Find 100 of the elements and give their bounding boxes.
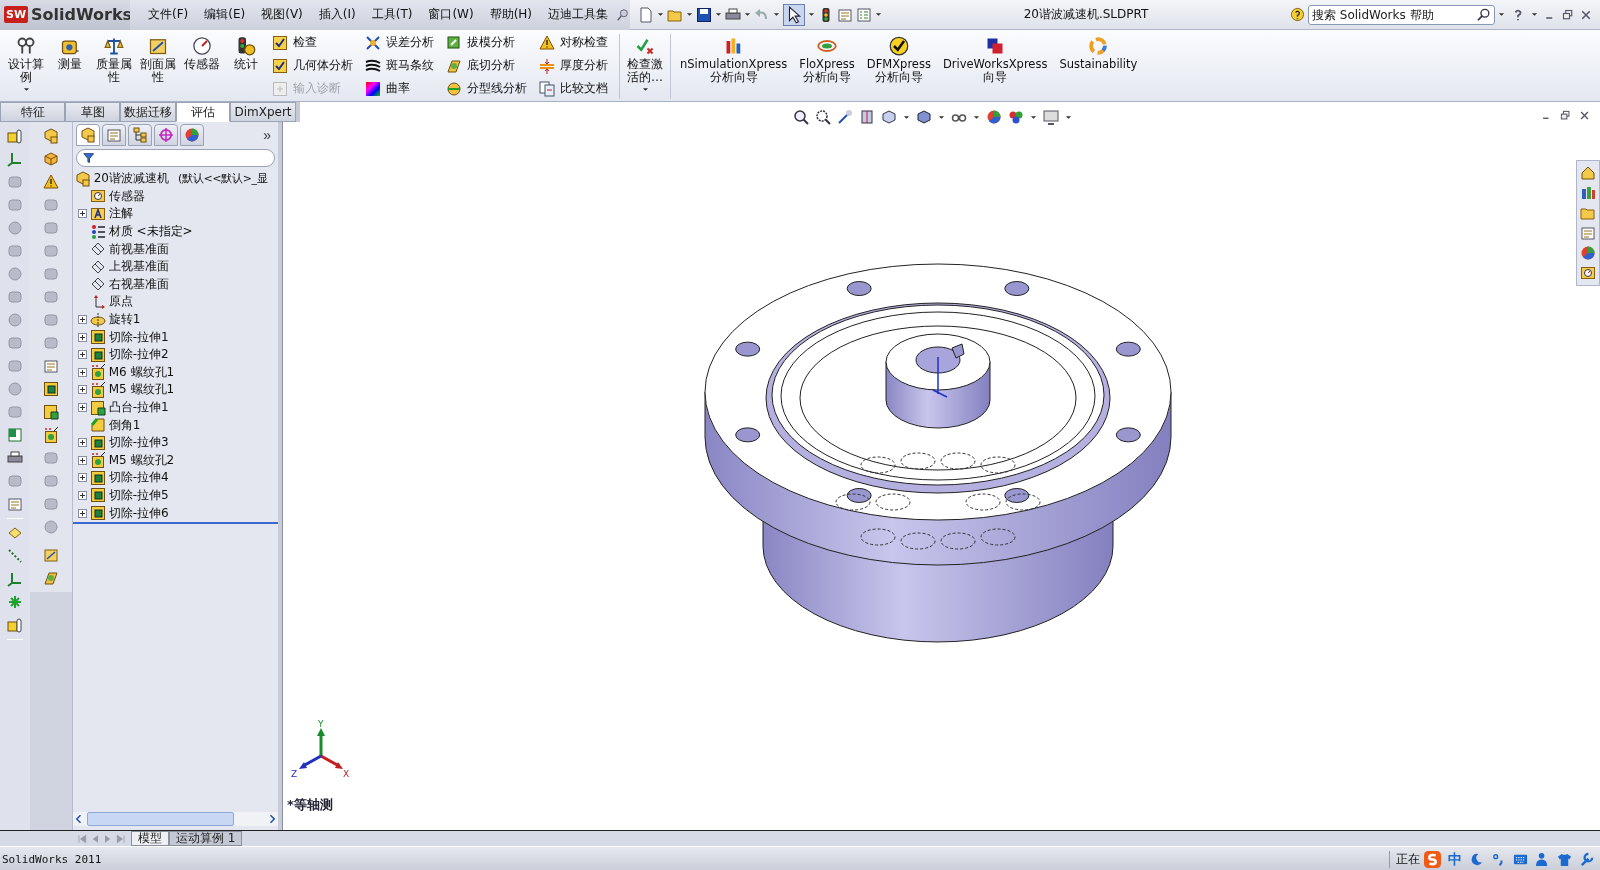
panel-tab[interactable] — [179, 124, 204, 146]
section-box-icon[interactable] — [42, 547, 59, 563]
filter-field[interactable] — [75, 149, 275, 167]
zoom-fit-icon[interactable] — [793, 109, 809, 125]
tree-item[interactable]: 前视基准面 — [108, 240, 169, 258]
property-sheet-icon[interactable] — [1580, 225, 1596, 241]
ribbon-button[interactable]: 底切分析 — [446, 57, 527, 74]
menu-item[interactable]: 窗口(W) — [420, 6, 482, 23]
coordinate-axes-icon[interactable] — [6, 571, 23, 587]
ribbon-button[interactable]: 几何体分析 — [272, 57, 353, 74]
restore-icon[interactable] — [1560, 110, 1571, 121]
tree-item[interactable]: M6 螺纹孔1 — [108, 363, 175, 381]
tree-item[interactable]: 切除-拉伸2 — [108, 346, 169, 364]
expand-toggle[interactable] — [77, 385, 87, 395]
panel-tab[interactable] — [101, 124, 126, 146]
home-icon[interactable] — [1580, 165, 1596, 181]
ribbon-button[interactable]: 对称检查 — [539, 34, 608, 51]
property-sheet-icon[interactable] — [6, 496, 23, 512]
monitor-icon[interactable] — [1043, 109, 1059, 125]
input-mode-toggle[interactable]: 中 — [1448, 850, 1462, 869]
wrench-icon[interactable] — [1579, 852, 1594, 867]
panel-tab[interactable] — [75, 124, 100, 146]
warning-icon[interactable] — [42, 174, 59, 190]
menu-item[interactable]: 工具(T) — [363, 6, 421, 23]
ribbon-button[interactable]: nSimulationXpress 分析向导 — [674, 34, 794, 99]
pointer-icon[interactable] — [783, 3, 806, 26]
property-sheet-icon[interactable] — [42, 358, 59, 374]
command-tab[interactable]: 评估 — [176, 102, 230, 122]
expand-toggle[interactable] — [77, 473, 87, 483]
ribbon-button[interactable]: 检查激活的… — [623, 34, 667, 99]
scene-spheres-icon[interactable] — [1008, 109, 1024, 125]
expand-toggle[interactable] — [77, 491, 87, 500]
ribbon-button[interactable]: 统计 — [224, 34, 268, 99]
extrude-cut-icon[interactable] — [42, 381, 59, 397]
tree-item[interactable]: 切除-拉伸6 — [108, 504, 169, 522]
ribbon-button[interactable]: 设计算例 — [4, 34, 48, 99]
caret-icon[interactable] — [1030, 113, 1037, 121]
new-document-icon[interactable] — [638, 6, 655, 23]
expand-toggle[interactable] — [77, 332, 87, 342]
command-tab[interactable]: DimXpert — [230, 102, 296, 122]
panel-tab[interactable] — [153, 124, 178, 146]
asterisk-icon[interactable] — [6, 594, 23, 610]
crescent-moon-icon[interactable] — [1469, 852, 1484, 867]
coordinate-axes-icon[interactable] — [6, 151, 23, 167]
color-ball-icon[interactable] — [986, 109, 1002, 125]
t-shirt-icon[interactable] — [1557, 852, 1572, 867]
menu-item[interactable]: 编辑(E) — [196, 6, 254, 23]
tree-item[interactable]: 切除-拉伸4 — [108, 469, 169, 487]
cube-icon[interactable] — [42, 151, 59, 167]
menu-item[interactable]: 帮助(H) — [481, 6, 541, 23]
spreadsheet-icon[interactable] — [6, 427, 23, 443]
options-list-icon[interactable] — [856, 6, 873, 23]
tree-item[interactable]: M5 螺纹孔1 — [108, 381, 175, 399]
tree-item[interactable]: 注解 — [108, 205, 133, 223]
caret-icon[interactable] — [808, 11, 816, 18]
keyboard-icon[interactable] — [1513, 852, 1528, 867]
ribbon-button[interactable]: 检查 — [272, 34, 353, 51]
view-cube-icon[interactable] — [881, 109, 897, 125]
ribbon-button[interactable]: 剖面属性 — [136, 34, 180, 99]
printer-icon[interactable] — [6, 450, 23, 466]
ribbon-button[interactable]: 厚度分析 — [539, 57, 608, 74]
ribbon-button[interactable]: 质量属性 — [92, 34, 136, 99]
panel-tab[interactable] — [127, 124, 152, 146]
user-icon[interactable] — [1535, 852, 1550, 867]
expand-toggle[interactable] — [77, 455, 87, 465]
printer-icon[interactable] — [725, 6, 742, 23]
ribbon-button[interactable]: 斑马条纹 — [365, 57, 434, 74]
tree-item[interactable]: M5 螺纹孔2 — [108, 451, 175, 469]
expand-toggle[interactable] — [77, 209, 87, 219]
tree-item[interactable]: 材质 <未指定> — [108, 223, 193, 241]
document-tab[interactable]: 运动算例 1 — [169, 831, 243, 846]
sensor-folder-icon[interactable] — [1580, 265, 1596, 281]
caret-icon[interactable] — [875, 11, 883, 18]
axis-line-icon[interactable] — [6, 548, 23, 564]
zoom-area-icon[interactable] — [815, 109, 831, 125]
command-tab[interactable]: 数据迁移 — [120, 102, 176, 122]
library-books-icon[interactable] — [1580, 185, 1596, 201]
caret-icon[interactable] — [938, 113, 945, 121]
expand-toggle[interactable] — [77, 403, 87, 412]
tree-item[interactable]: 倒角1 — [108, 416, 141, 434]
caret-icon[interactable] — [641, 86, 649, 93]
tree-item[interactable]: 右视基准面 — [108, 275, 169, 293]
caret-icon[interactable] — [686, 11, 694, 18]
ribbon-button[interactable]: 比较文档 — [539, 80, 608, 97]
close-icon[interactable] — [1580, 8, 1592, 21]
expand-toggle[interactable] — [77, 350, 87, 360]
caret-icon[interactable] — [773, 11, 781, 18]
close-icon[interactable] — [1579, 110, 1590, 121]
expand-panel-button[interactable]: » — [259, 127, 275, 143]
ribbon-button[interactable]: FloXpress 分析向导 — [793, 34, 861, 99]
horizontal-scrollbar[interactable] — [72, 812, 278, 826]
menu-item[interactable]: 插入(I) — [310, 6, 364, 23]
ribbon-button[interactable]: 测量 — [48, 34, 92, 99]
ribbon-button[interactable]: 拔模分析 — [446, 34, 527, 51]
search-field[interactable]: 搜索 SolidWorks 帮助 — [1308, 4, 1495, 25]
command-tab[interactable]: 特征 — [0, 102, 65, 122]
tree-item[interactable]: 凸台-拉伸1 — [108, 399, 169, 416]
caret-icon[interactable] — [903, 113, 910, 121]
s-logo-icon[interactable] — [1424, 851, 1441, 868]
tree-item[interactable]: 传感器 — [108, 187, 145, 205]
